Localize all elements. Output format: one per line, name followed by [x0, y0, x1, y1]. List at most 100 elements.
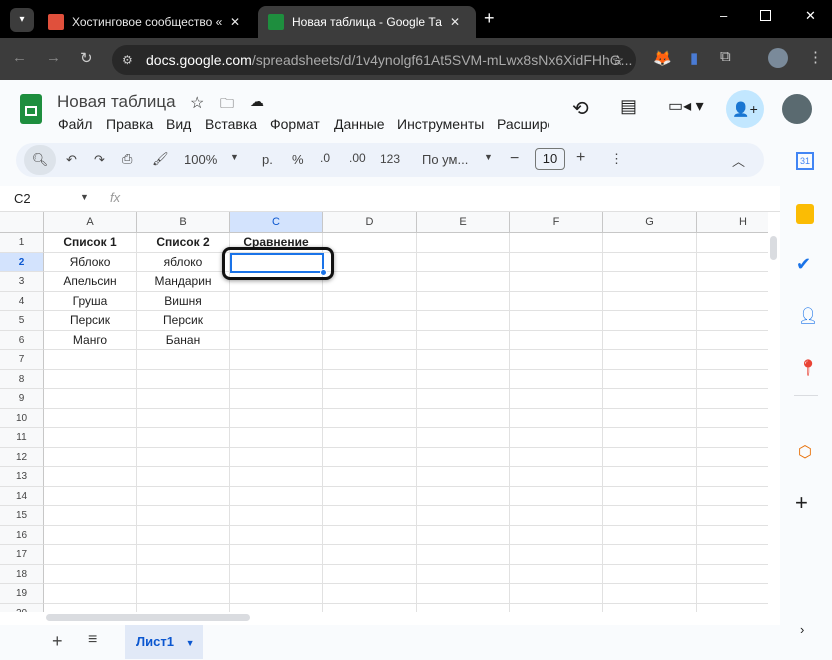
spreadsheet-grid[interactable]: A B C D E F G H 1 Список 1 Список 2 Сравнение 2 Яблок…: [0, 212, 768, 612]
cell-f5[interactable]: [510, 311, 603, 331]
row-header-17[interactable]: 17: [0, 545, 44, 565]
cell-g7[interactable]: [603, 350, 697, 370]
paint-format-icon[interactable]: 🖌︎: [152, 151, 169, 167]
cell-e20[interactable]: [417, 603, 510, 612]
cell-b15[interactable]: [137, 506, 230, 526]
maximize-icon[interactable]: [760, 10, 771, 21]
cell-f11[interactable]: [510, 428, 603, 448]
cell-h19[interactable]: [697, 584, 768, 604]
cell-a2[interactable]: Яблоко: [44, 252, 137, 272]
cell-e8[interactable]: [417, 369, 510, 389]
cell-b19[interactable]: [137, 584, 230, 604]
cell-f2[interactable]: [510, 252, 603, 272]
cell-h2[interactable]: [697, 253, 768, 272]
extensions-icon[interactable]: ⧉: [720, 48, 731, 65]
cell-e18[interactable]: [417, 564, 510, 584]
menu-file[interactable]: Файл: [58, 116, 92, 132]
cell-g2[interactable]: [603, 252, 697, 272]
sheet-tab-dropdown-icon[interactable]: ▼: [186, 638, 195, 648]
cell-g19[interactable]: [603, 584, 697, 604]
cell-d9[interactable]: [323, 389, 417, 409]
cell-e7[interactable]: [417, 350, 510, 370]
star-icon[interactable]: ☆: [190, 93, 204, 113]
cell-g13[interactable]: [603, 467, 697, 487]
decrease-font-size-icon[interactable]: −: [510, 150, 519, 168]
office-addon-icon[interactable]: ⬡: [798, 442, 812, 462]
cell-h8[interactable]: [697, 370, 768, 389]
cell-a15[interactable]: [44, 506, 137, 526]
row-header-20[interactable]: 20: [0, 603, 44, 612]
row-header-8[interactable]: 8: [0, 369, 44, 389]
increase-font-size-icon[interactable]: +: [576, 149, 585, 167]
minimize-icon[interactable]: –: [720, 8, 727, 23]
cell-h12[interactable]: [697, 448, 768, 467]
url-field[interactable]: ⚙ docs.google.com/spreadsheets/d/1v4ynol…: [112, 45, 636, 75]
cell-a13[interactable]: [44, 467, 137, 487]
cell-g4[interactable]: [603, 291, 697, 311]
select-all-corner[interactable]: [0, 212, 44, 233]
version-history-icon[interactable]: ⟲: [572, 96, 589, 121]
cell-c16[interactable]: [230, 525, 323, 545]
cell-c14[interactable]: [230, 486, 323, 506]
cell-a6[interactable]: Манго: [44, 330, 137, 350]
cell-g10[interactable]: [603, 408, 697, 428]
cell-g20[interactable]: [603, 603, 697, 612]
document-title[interactable]: Новая таблица: [57, 92, 176, 112]
cell-a5[interactable]: Персик: [44, 311, 137, 331]
cell-g12[interactable]: [603, 447, 697, 467]
browser-tab-timeweb[interactable]: Хостинговое сообщество «Tim ✕: [38, 6, 256, 38]
row-header-10[interactable]: 10: [0, 408, 44, 428]
row-header-7[interactable]: 7: [0, 350, 44, 370]
cell-b6[interactable]: Банан: [137, 330, 230, 350]
cell-h20[interactable]: [697, 604, 768, 613]
cell-h6[interactable]: [697, 331, 768, 350]
cell-a16[interactable]: [44, 525, 137, 545]
cell-d3[interactable]: [323, 272, 417, 292]
cell-c15[interactable]: [230, 506, 323, 526]
close-window-icon[interactable]: ✕: [805, 8, 816, 24]
meet-icon[interactable]: ▭◂ ▾: [668, 96, 704, 116]
row-header-9[interactable]: 9: [0, 389, 44, 409]
collapse-toolbar-icon[interactable]: ︿: [732, 151, 745, 170]
close-tab-icon[interactable]: ✕: [230, 15, 240, 29]
cell-f19[interactable]: [510, 584, 603, 604]
cell-a12[interactable]: [44, 447, 137, 467]
cell-d1[interactable]: [323, 233, 417, 253]
site-info-icon[interactable]: ⚙: [122, 53, 133, 67]
column-header-d[interactable]: D: [323, 212, 417, 233]
row-header-16[interactable]: 16: [0, 525, 44, 545]
search-menus-icon[interactable]: 🔍︎: [24, 145, 56, 175]
column-header-e[interactable]: E: [417, 212, 510, 233]
cell-f14[interactable]: [510, 486, 603, 506]
cell-d14[interactable]: [323, 486, 417, 506]
cell-d17[interactable]: [323, 545, 417, 565]
maps-icon[interactable]: 📍︎: [798, 358, 818, 378]
cell-a18[interactable]: [44, 564, 137, 584]
cell-c12[interactable]: [230, 447, 323, 467]
add-sheet-icon[interactable]: +: [52, 631, 63, 652]
cell-f9[interactable]: [510, 389, 603, 409]
show-side-panel-icon[interactable]: ›: [800, 622, 804, 637]
cell-c20[interactable]: [230, 603, 323, 612]
cell-b2[interactable]: яблоко: [137, 252, 230, 272]
menu-insert[interactable]: Вставка: [205, 116, 257, 132]
cell-g15[interactable]: [603, 506, 697, 526]
cell-b20[interactable]: [137, 603, 230, 612]
row-header-19[interactable]: 19: [0, 584, 44, 604]
cell-c18[interactable]: [230, 564, 323, 584]
cell-e1[interactable]: [417, 233, 510, 253]
cell-b11[interactable]: [137, 428, 230, 448]
cell-b8[interactable]: [137, 369, 230, 389]
contacts-icon[interactable]: 👤︎: [798, 306, 818, 326]
cell-c9[interactable]: [230, 389, 323, 409]
cell-b18[interactable]: [137, 564, 230, 584]
cell-g11[interactable]: [603, 428, 697, 448]
cell-e4[interactable]: [417, 291, 510, 311]
cell-e2[interactable]: [417, 252, 510, 272]
bitwarden-extension-icon[interactable]: ▮: [690, 49, 698, 67]
cell-b4[interactable]: Вишня: [137, 291, 230, 311]
cell-f15[interactable]: [510, 506, 603, 526]
cell-h15[interactable]: [697, 506, 768, 526]
print-icon[interactable]: ⎙: [122, 151, 132, 167]
cell-h3[interactable]: [697, 272, 768, 292]
